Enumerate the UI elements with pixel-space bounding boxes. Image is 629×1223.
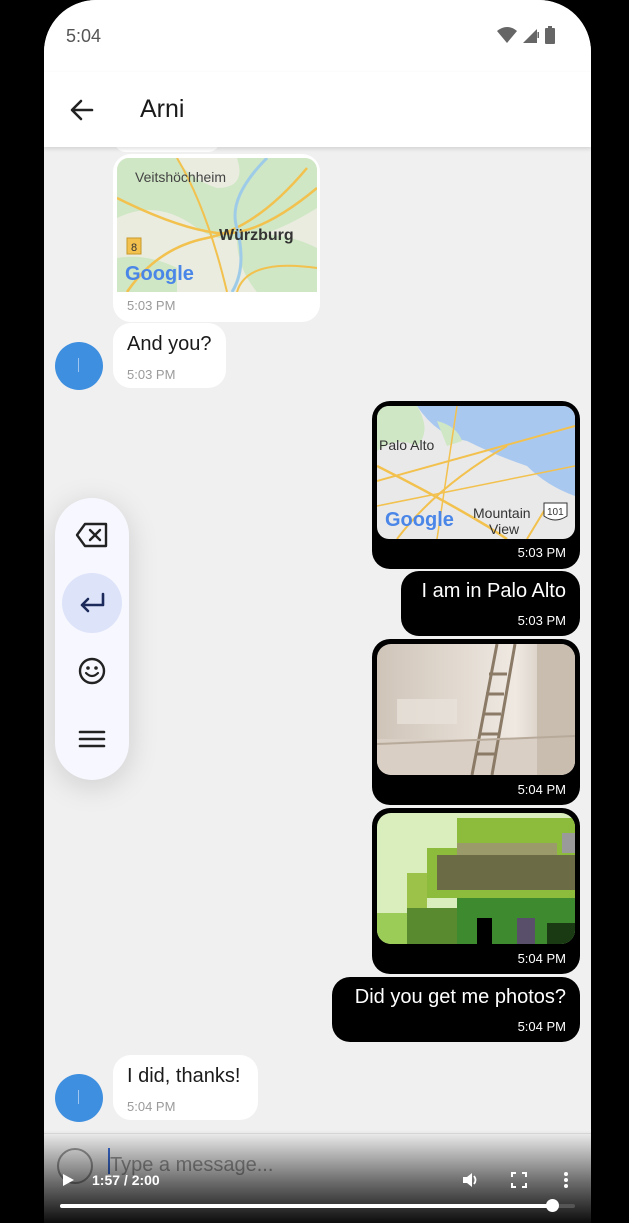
wifi-icon [497, 27, 517, 43]
back-arrow-icon[interactable] [66, 94, 98, 126]
map-label-wuerzburg: Würzburg [219, 227, 294, 244]
photo-room[interactable] [377, 644, 575, 775]
message-time: 5:03 PM [517, 545, 566, 560]
signal-icon [523, 29, 539, 43]
google-logo: Google [385, 509, 454, 531]
outgoing-text-message[interactable]: Did you get me photos? 5:04 PM [332, 977, 580, 1042]
video-seek-thumb[interactable] [545, 1199, 559, 1212]
volume-icon[interactable] [462, 1172, 480, 1188]
incoming-map-message[interactable]: Veitshöchheim Würzburg 8 Google 5:03 PM [113, 154, 320, 322]
message-text: Did you get me photos? [354, 986, 566, 1008]
video-seek-progress [60, 1204, 552, 1208]
message-time: 5:03 PM [127, 367, 176, 382]
fullscreen-icon[interactable] [511, 1172, 527, 1188]
message-text: I am in Palo Alto [421, 580, 566, 602]
photo-graphic [377, 813, 575, 944]
video-time-display: 1:57 / 2:00 [92, 1172, 160, 1188]
video-seek-bar[interactable] [60, 1199, 575, 1212]
message-time: 5:04 PM [127, 1099, 176, 1114]
incoming-text-message[interactable]: And you? 5:03 PM [113, 323, 226, 388]
avatar[interactable] [55, 342, 103, 390]
map-graphic: Palo Alto Mountain View 101 Google [377, 406, 575, 539]
message-text: I did, thanks! [127, 1065, 241, 1087]
outgoing-image-message[interactable]: 5:04 PM [372, 808, 580, 974]
outgoing-map-message[interactable]: Palo Alto Mountain View 101 Google 5:03 … [372, 401, 580, 569]
google-logo: Google [125, 263, 194, 285]
status-time: 5:04 [66, 26, 102, 46]
menu-icon [78, 730, 106, 748]
status-bar: 5:04 [44, 0, 591, 72]
outgoing-text-message[interactable]: I am in Palo Alto 5:03 PM [401, 571, 580, 636]
map-label-palo-alto: Palo Alto [379, 437, 434, 453]
emoji-icon [78, 657, 106, 685]
battery-icon [545, 26, 555, 44]
map-label-view: View [489, 521, 520, 537]
map-image-palo-alto[interactable]: Palo Alto Mountain View 101 Google [377, 406, 575, 539]
backspace-button[interactable] [62, 505, 122, 565]
floating-keyboard-toolbar [55, 498, 129, 780]
avatar[interactable] [55, 1074, 103, 1122]
photo-graphic [377, 644, 575, 775]
enter-icon [80, 592, 105, 613]
map-label-mountain: Mountain [473, 505, 531, 521]
incoming-text-message[interactable]: I did, thanks! 5:04 PM [113, 1055, 258, 1120]
message-time: 5:04 PM [517, 782, 566, 797]
map-route-badge: 8 [131, 242, 137, 254]
status-icons [497, 26, 555, 44]
message-text: And you? [127, 333, 212, 355]
message-time: 5:04 PM [517, 1019, 566, 1034]
app-bar: Arni [44, 72, 591, 147]
outgoing-image-message[interactable]: 5:04 PM [372, 639, 580, 805]
map-graphic: Veitshöchheim Würzburg 8 Google [117, 158, 317, 292]
more-options-icon[interactable] [562, 1171, 570, 1189]
backspace-icon [75, 522, 108, 548]
message-time: 5:03 PM [517, 613, 566, 628]
menu-button[interactable] [62, 709, 122, 769]
message-time: 5:04 PM [517, 951, 566, 966]
enter-button[interactable] [62, 573, 122, 633]
chat-title: Arni [140, 95, 185, 123]
message-time: 5:03 PM [127, 298, 176, 313]
map-route-badge: 101 [547, 507, 564, 518]
play-icon[interactable] [61, 1173, 75, 1187]
map-image-wurzburg[interactable]: Veitshöchheim Würzburg 8 Google [117, 158, 317, 292]
map-label-veitshoechheim: Veitshöchheim [135, 169, 226, 185]
emoji-button[interactable] [62, 641, 122, 701]
photo-pixel-art[interactable] [377, 813, 575, 944]
